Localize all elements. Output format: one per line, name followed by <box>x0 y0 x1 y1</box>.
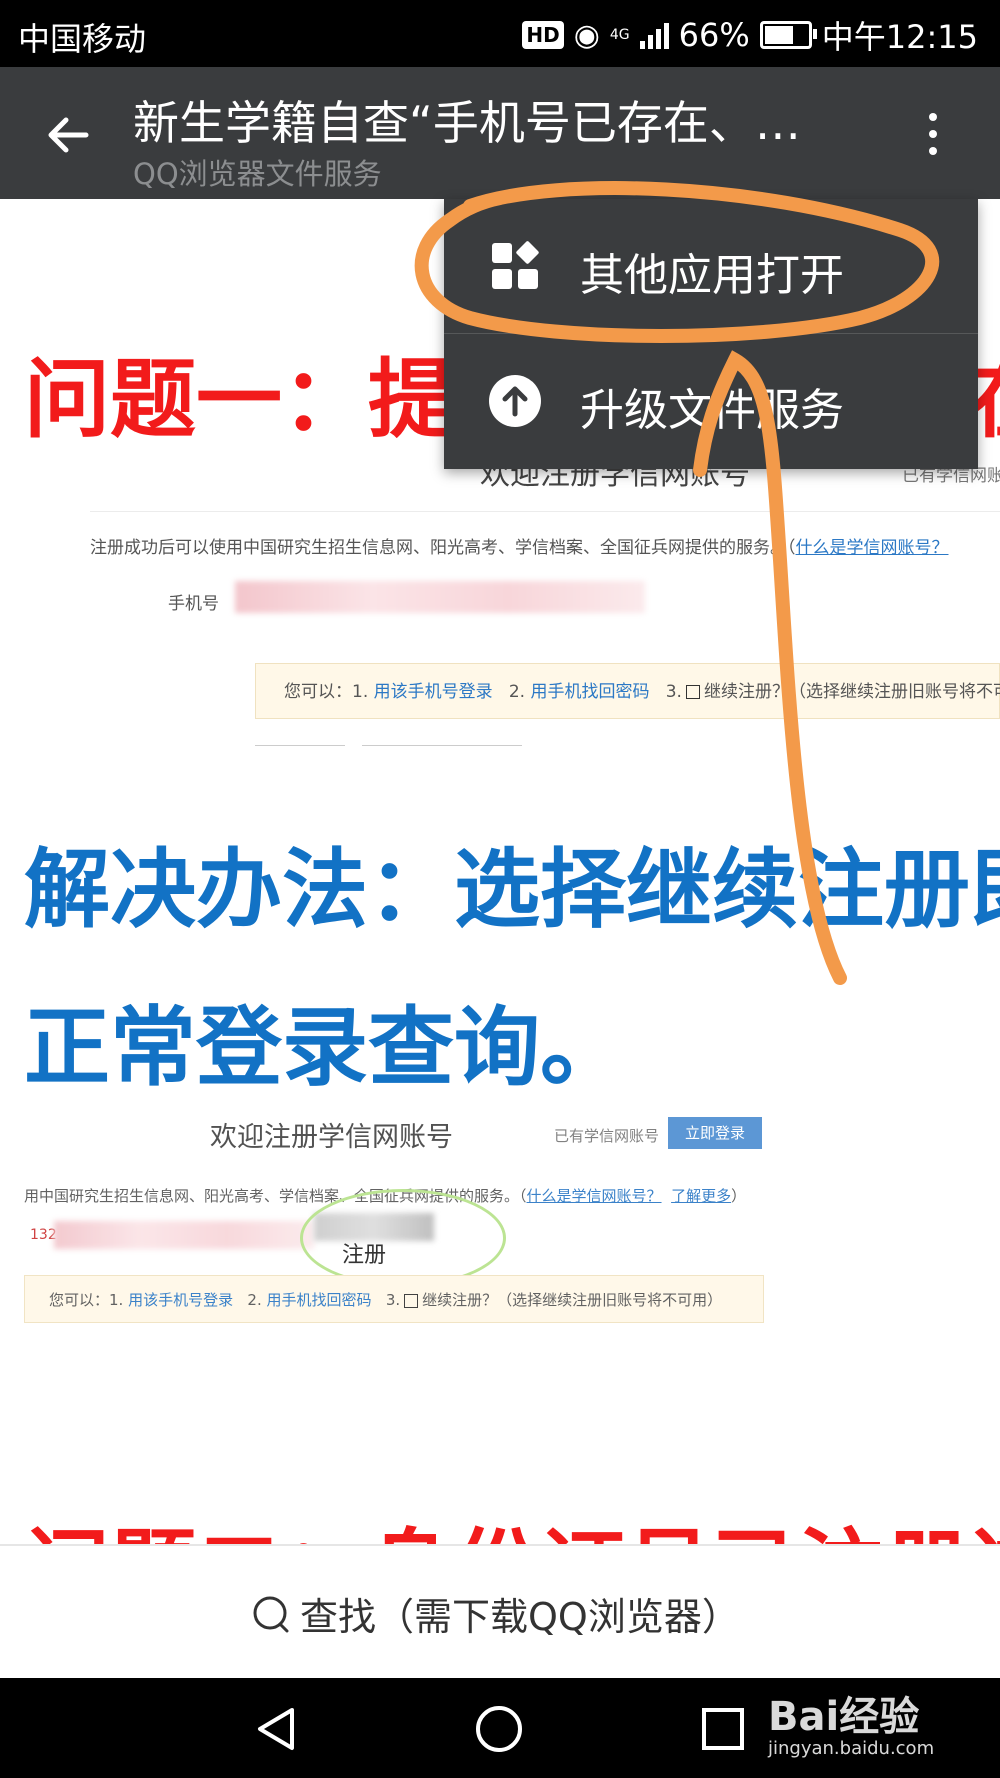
shot1-description: 注册成功后可以使用中国研究生招生信息网、阳光高考、学信档案、全国征兵网提供的服务… <box>90 538 949 558</box>
system-nav-bar: Bai经验 jingyan.baidu.com <box>0 1678 1000 1778</box>
network-type: 4G <box>609 27 630 43</box>
shot2-highlight-bubble <box>300 1189 506 1287</box>
nav-back-icon[interactable] <box>250 1702 304 1756</box>
page-title: 新生学籍自查“手机号已存在、… <box>133 96 801 150</box>
checkbox-icon-2 <box>404 1293 419 1308</box>
back-arrow-icon[interactable] <box>40 107 96 163</box>
blurred-phone-number-2 <box>54 1221 314 1249</box>
shot1-phone-label: 手机号 <box>168 594 219 614</box>
blurred-phone-number <box>235 581 645 613</box>
clock: 中午12:15 <box>821 18 978 56</box>
shot2-login-button: 立即登录 <box>668 1117 762 1149</box>
apps-icon <box>492 241 539 289</box>
status-bar: 中国移动 HD ◉ 4G 66% 中午12:15 <box>0 0 1000 67</box>
menu-item-label: 其他应用打开 <box>580 250 844 301</box>
watermark-brand: Bai经验 <box>768 1694 920 1740</box>
signal-icon <box>639 21 669 49</box>
find-bar[interactable]: 查找（需下载QQ浏览器） <box>0 1544 1000 1680</box>
baidu-jingyan-watermark: Bai经验 jingyan.baidu.com <box>768 1684 934 1759</box>
heading-problem-two: 问题二：身份证号已注册过！ <box>24 1499 1000 1544</box>
overflow-menu: 其他应用打开 升级文件服务 <box>444 199 978 469</box>
shot2-login-hint: 已有学信网账号 <box>554 1127 660 1145</box>
status-icons: HD ◉ 4G 66% 中午12:15 <box>522 12 978 58</box>
checkbox-icon <box>685 685 700 699</box>
eye-icon: ◉ <box>573 17 600 53</box>
solution-line-2: 正常登录查询。 <box>24 998 626 1098</box>
shot1-divider <box>90 511 1000 512</box>
menu-item-label: 升级文件服务 <box>580 385 844 436</box>
search-icon <box>253 1596 289 1632</box>
shot2-title: 欢迎注册学信网账号 <box>210 1122 453 1153</box>
screenshot-continue-register: 欢迎注册学信网账号 已有学信网账号 立即登录 用中国研究生招生信息网、阳光高考、… <box>24 1109 764 1389</box>
shot1-rule-1 <box>255 745 345 746</box>
find-bar-label: 查找（需下载QQ浏览器） <box>300 1595 740 1639</box>
battery-fill <box>764 26 794 44</box>
battery-icon <box>759 21 817 49</box>
shot1-rule-2 <box>362 745 522 746</box>
hd-icon: HD <box>522 21 564 49</box>
shot1-desc-link: 什么是学信网账号？ <box>795 538 949 558</box>
menu-item-upgrade-file-service[interactable]: 升级文件服务 <box>444 334 978 468</box>
solution-line-1: 解决办法：选择继续注册即可 <box>24 840 1000 940</box>
menu-item-open-with-other-app[interactable]: 其他应用打开 <box>444 199 978 333</box>
screenshot-phone-exists: 欢迎注册学信网账号 已有学信网账号 注册成功后可以使用中国研究生招生信息网、阳光… <box>0 449 1000 759</box>
upload-icon <box>489 375 541 427</box>
carrier-name: 中国移动 <box>18 20 147 58</box>
watermark-url: jingyan.baidu.com <box>768 1738 935 1759</box>
nav-recent-apps-icon[interactable] <box>696 1702 750 1756</box>
page-subtitle: QQ浏览器文件服务 <box>133 157 382 191</box>
app-bar: 新生学籍自查“手机号已存在、… QQ浏览器文件服务 <box>0 67 1000 199</box>
shot1-tip: 您可以：1. 用该手机号登录 2. 用手机找回密码 3. 继续注册？（选择继续注册… <box>255 663 1000 719</box>
shot2-phone-prefix: 132 <box>30 1227 57 1243</box>
battery-percent: 66% <box>678 16 750 54</box>
more-options-icon[interactable] <box>915 107 951 167</box>
nav-home-icon[interactable] <box>472 1702 526 1756</box>
shot2-bubble-text: 注册 <box>342 1243 387 1268</box>
shot2-tip: 您可以：1. 用该手机号登录 2. 用手机找回密码 3. 继续注册？（选择继续注册… <box>24 1275 764 1323</box>
